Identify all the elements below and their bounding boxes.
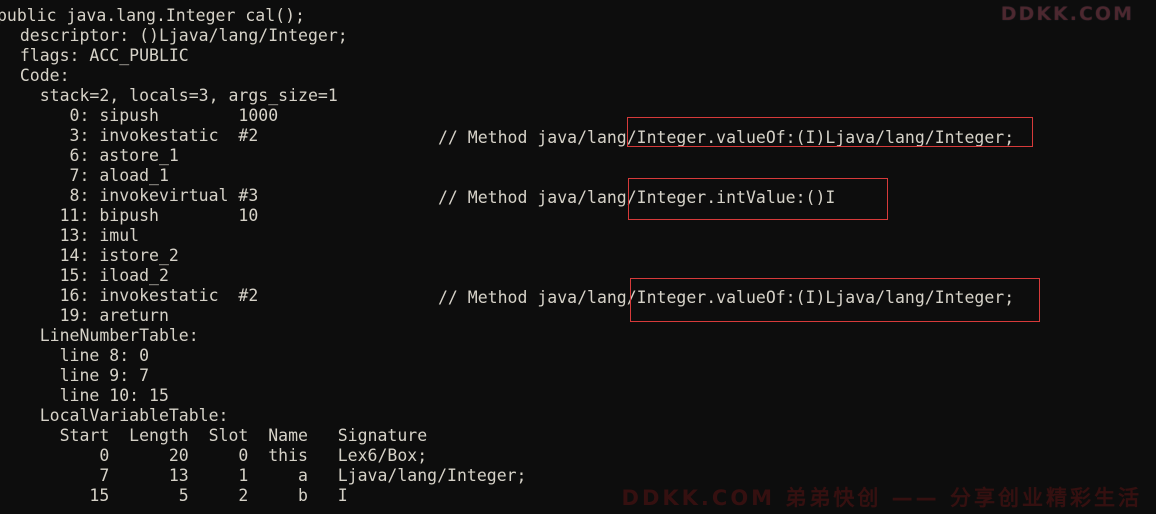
- code-line: LineNumberTable:: [0, 326, 199, 345]
- code-line: flags: ACC_PUBLIC: [0, 46, 189, 65]
- bytecode-comment: // Method java/lang/Integer.intValue:()I: [438, 188, 836, 207]
- code-line: 13: imul: [0, 226, 140, 245]
- code-line: descriptor: ()Ljava/lang/Integer;: [0, 26, 348, 45]
- code-line: 7 13 1 a Ljava/lang/Integer;: [0, 466, 527, 485]
- code-line: 7: aload_1: [0, 166, 169, 185]
- code-line: 15 5 2 b I: [0, 486, 348, 505]
- code-line: 15: iload_2: [0, 266, 169, 285]
- code-line: 6: astore_1: [0, 146, 179, 165]
- code-line: 11: bipush 10: [0, 206, 259, 225]
- code-line: stack=2, locals=3, args_size=1: [0, 86, 338, 105]
- code-line: 0 20 0 this Lex6/Box;: [0, 446, 428, 465]
- bytecode-comment: // Method java/lang/Integer.valueOf:(I)L…: [438, 288, 1015, 307]
- code-line: line 8: 0: [0, 346, 150, 365]
- code-line: 0: sipush 1000: [0, 106, 279, 125]
- code-line: line 9: 7: [0, 366, 150, 385]
- code-line: line 10: 15: [0, 386, 169, 405]
- code-line: Start Length Slot Name Signature: [0, 426, 428, 445]
- terminal-window: public java.lang.Integer cal(); descript…: [0, 0, 1156, 514]
- code-line: public java.lang.Integer cal();: [0, 6, 305, 25]
- code-line: 14: istore_2: [0, 246, 179, 265]
- bytecode-comment: // Method java/lang/Integer.valueOf:(I)L…: [438, 128, 1015, 147]
- code-line: 19: areturn: [0, 306, 169, 325]
- bytecode-listing: public java.lang.Integer cal(); descript…: [0, 0, 1156, 506]
- code-line: Code:: [0, 66, 70, 85]
- code-line: LocalVariableTable:: [0, 406, 229, 425]
